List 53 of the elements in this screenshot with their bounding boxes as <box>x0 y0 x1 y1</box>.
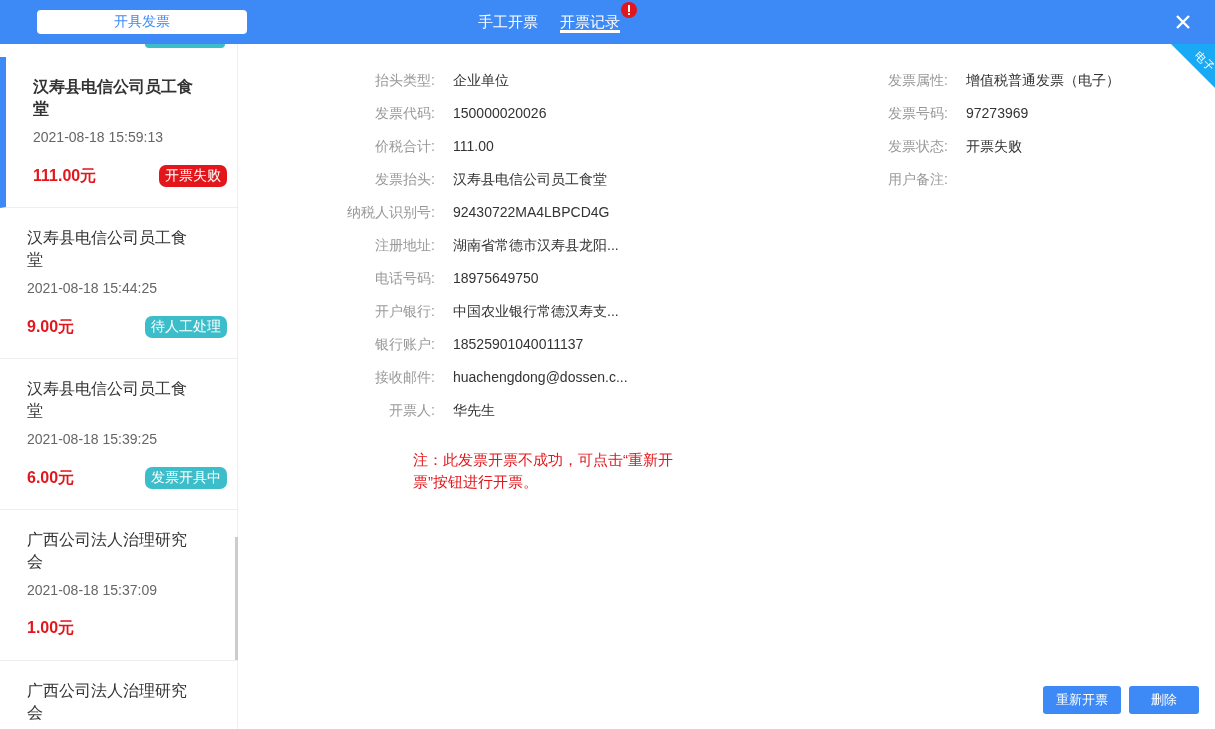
field-label: 接收邮件: <box>374 368 435 387</box>
status-badge: 待人工处理 <box>145 316 227 338</box>
field-label: 发票号码: <box>887 104 948 123</box>
status-badge: 开票失败 <box>159 165 227 187</box>
field-label: 发票代码: <box>374 104 435 123</box>
record-amount: 1.00元 <box>27 618 75 638</box>
record-item[interactable]: 广西公司法人治理研究会 <box>0 661 237 729</box>
record-time: 2021-08-18 15:37:09 <box>27 582 158 598</box>
field-value: 汉寿县电信公司员工食堂 <box>453 170 608 189</box>
field-value: 92430722MA4LBPCD4G <box>453 203 611 222</box>
record-item[interactable]: 汉寿县电信公司员工食堂 2021-08-18 15:39:25 6.00元 发票开具中 <box>0 359 237 510</box>
record-title: 汉寿县电信公司员工食堂 <box>33 77 194 119</box>
field-label: 发票属性: <box>887 71 948 90</box>
field-value: 企业单位 <box>453 71 510 90</box>
record-time: 2021-08-18 15:39:25 <box>27 431 158 447</box>
field-label: 电话号码: <box>374 269 435 288</box>
note-text: 注：此发票开票不成功，可点击“重新开票”按钮进行开票。 <box>413 450 674 492</box>
field-value: 增值税普通发票（电子） <box>966 71 1120 90</box>
field-value: 18525901040011137 <box>453 335 585 354</box>
issue-invoice-button[interactable]: 开具发票 <box>37 10 247 34</box>
field-label: 抬头类型: <box>374 71 435 90</box>
record-item[interactable]: 汉寿县电信公司员工食堂 2021-08-18 15:44:25 9.00元 待人工处理 <box>0 208 237 359</box>
record-title: 广西公司法人治理研究会 <box>27 681 188 723</box>
field-label: 开户银行: <box>374 302 435 321</box>
status-badge: 发票开具中 <box>145 467 227 489</box>
record-amount: 9.00元 <box>27 317 75 337</box>
field-value: 开票失败 <box>966 137 1023 156</box>
field-value: 18975649750 <box>453 269 540 288</box>
record-title: 汉寿县电信公司员工食堂 <box>27 228 188 270</box>
close-icon[interactable] <box>1175 14 1191 30</box>
field-label: 纳税人识别号: <box>346 203 435 222</box>
field-label: 注册地址: <box>374 236 435 255</box>
record-title: 汉寿县电信公司员工食堂 <box>27 379 188 421</box>
record-time: 2021-08-18 15:59:13 <box>33 129 164 145</box>
record-title: 广西公司法人治理研究会 <box>27 530 188 572</box>
field-label: 银行账户: <box>374 335 435 354</box>
field-value: 97273969 <box>966 104 1030 123</box>
ribbon-label: 电子 <box>1191 48 1215 75</box>
record-time: 2021-08-18 15:44:25 <box>27 280 158 296</box>
field-value: 150000020026 <box>453 104 548 123</box>
field-label: 发票状态: <box>887 137 948 156</box>
field-value: 华先生 <box>453 401 496 420</box>
field-value: 111.00 <box>453 137 495 156</box>
field-value: 湖南省常德市汉寿县龙阳... <box>453 236 620 255</box>
field-label: 开票人: <box>388 401 435 420</box>
field-value: 中国农业银行常德汉寿支... <box>453 302 620 321</box>
record-amount: 6.00元 <box>27 468 75 488</box>
field-label: 用户备注: <box>887 170 948 189</box>
field-label: 发票抬头: <box>374 170 435 189</box>
field-label: 价税合计: <box>374 137 435 156</box>
record-amount: 111.00元 <box>33 166 97 186</box>
field-value: huachengdong@dossen.c... <box>453 368 629 387</box>
record-item[interactable]: 汉寿县电信公司员工食堂 2021-08-18 15:59:13 111.00元 开票失败 <box>0 57 237 208</box>
